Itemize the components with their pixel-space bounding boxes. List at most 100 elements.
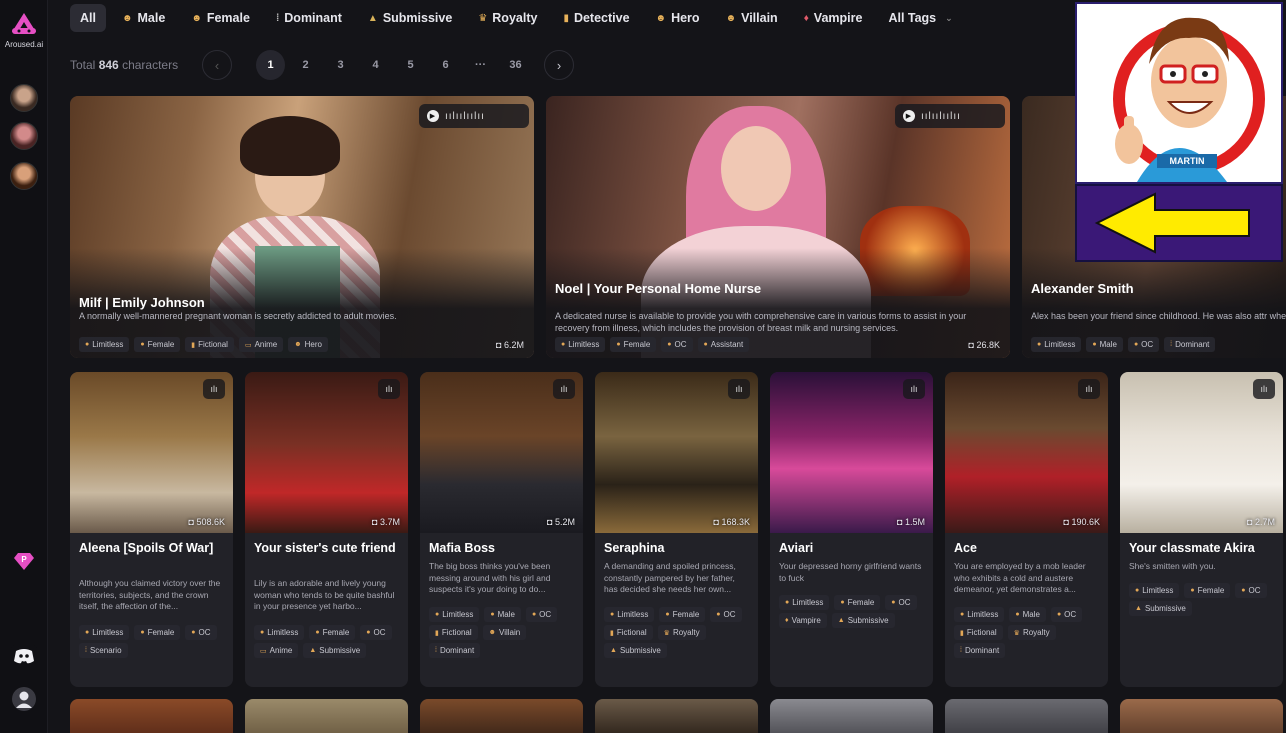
tag-royalty[interactable]: ♛ Royalty: [468, 4, 547, 32]
tag-submissive[interactable]: ▲ Submissive: [358, 4, 462, 32]
tag-all[interactable]: All: [70, 4, 106, 32]
tag-chip: ▮ Fictional: [185, 337, 234, 352]
female-icon: ●: [616, 341, 621, 348]
voice-icon[interactable]: ılı: [903, 379, 925, 399]
voice-icon[interactable]: ılı: [728, 379, 750, 399]
tag-chip: ● Female: [134, 337, 181, 352]
tag-chip: ⁞ Dominant: [954, 643, 1006, 658]
character-tags: ● Limitless ● Female ● OC ⁞ Scenario: [79, 625, 227, 658]
voice-preview[interactable]: ▶ ıılıılıılıı: [419, 104, 529, 128]
page-button[interactable]: 5: [396, 50, 425, 80]
tag-female[interactable]: ☻ Female: [181, 4, 260, 32]
assistant-icon: ●: [703, 341, 708, 348]
prev-page-button[interactable]: ‹: [202, 50, 232, 80]
tag-chip: ● OC: [185, 625, 217, 640]
tag-chip: ● OC: [885, 595, 917, 610]
chat-bubble-icon: ◘: [968, 340, 974, 350]
character-card[interactable]: ılı ◘ 1.5M Aviari Your depressed horny g…: [770, 372, 933, 687]
character-name: Ace: [954, 541, 977, 555]
anime-icon: ▭: [244, 341, 252, 349]
voice-preview[interactable]: ▶ ıılıılıılıı: [895, 104, 1005, 128]
tag-chip: ⁞ Scenario: [79, 643, 128, 658]
character-name: Seraphina: [604, 541, 665, 555]
waveform-icon: ıılıılıılıı: [445, 110, 485, 122]
character-card-partial[interactable]: [595, 699, 758, 733]
voice-icon[interactable]: ılı: [203, 379, 225, 399]
character-tags: ● Limitless ● Female ● OC ▭ Anime ▲ Submissiv…: [254, 625, 402, 658]
page-button[interactable]: 2: [291, 50, 320, 80]
recent-chat-avatar[interactable]: [10, 162, 38, 190]
tag-detective[interactable]: ▮ Detective: [553, 4, 639, 32]
tag-chip: ● Female: [659, 607, 706, 622]
presenter-overlay: MARTIN: [1075, 2, 1283, 184]
limitless-icon: ●: [85, 341, 90, 348]
cartoon-presenter-icon: MARTIN: [1113, 17, 1265, 182]
submissive-icon: ▲: [367, 12, 378, 24]
pagination: ‹ 1 2 3 4 5 6 ··· 36 ›: [202, 50, 574, 80]
hero-icon: ☻: [655, 12, 667, 24]
page-button[interactable]: 1: [256, 50, 285, 80]
character-card-partial[interactable]: [770, 699, 933, 733]
tag-chip: ● Limitless: [954, 607, 1005, 622]
tag-chip: ● Male: [484, 607, 521, 622]
tag-chip: ● OC: [1127, 337, 1160, 352]
voice-icon[interactable]: ılı: [1078, 379, 1100, 399]
detective-icon: ▮: [563, 12, 569, 24]
featured-card[interactable]: ▶ ıılıılıılıı Noel | Your Personal Home N…: [546, 96, 1010, 358]
discord-icon[interactable]: [11, 644, 37, 668]
character-card[interactable]: ılı ◘ 168.3K Seraphina A demanding and s…: [595, 372, 758, 687]
character-card[interactable]: ılı ◘ 190.6K Ace You are employed by a m…: [945, 372, 1108, 687]
character-name: Milf | Emily Johnson: [79, 295, 205, 310]
recent-chat-avatar[interactable]: [10, 122, 38, 150]
tag-vampire[interactable]: ♦ Vampire: [794, 4, 873, 32]
character-card-partial[interactable]: [420, 699, 583, 733]
sidebar: Aroused.ai P: [0, 0, 48, 733]
aroused-logo-icon[interactable]: [10, 12, 38, 36]
character-card[interactable]: ılı ◘ 2.7M Your classmate Akira She's sm…: [1120, 372, 1283, 687]
next-page-button[interactable]: ›: [544, 50, 574, 80]
total-characters: Total 846 characters: [70, 58, 179, 72]
chat-count: ◘ 3.7M: [372, 517, 400, 527]
premium-gem-icon[interactable]: P: [13, 550, 35, 572]
voice-icon[interactable]: ılı: [378, 379, 400, 399]
character-card[interactable]: ılı ◘ 508.6K Aleena [Spoils Of War] Alth…: [70, 372, 233, 687]
waveform-icon: ıılıılıılıı: [921, 110, 961, 122]
tag-chip: ● Limitless: [429, 607, 480, 622]
tag-chip: ▮ Fictional: [429, 625, 478, 640]
tag-hero[interactable]: ☻ Hero: [646, 4, 710, 32]
voice-icon[interactable]: ılı: [553, 379, 575, 399]
character-card-partial[interactable]: [945, 699, 1108, 733]
male-icon: ●: [1092, 341, 1097, 348]
chat-bubble-icon: ◘: [496, 340, 502, 350]
featured-card[interactable]: ▶ ıılıılıılıı Milf | Emily Johnson A norm…: [70, 96, 534, 358]
chat-count: ◘ 1.5M: [897, 517, 925, 527]
chat-count: ◘ 168.3K: [713, 517, 750, 527]
character-tags: ● Limitless ● Male ● OC ⁞ Dominant: [1031, 337, 1216, 352]
page-button[interactable]: 3: [326, 50, 355, 80]
fictional-icon: ▮: [191, 341, 196, 349]
user-profile-icon[interactable]: [12, 687, 36, 711]
character-card-partial[interactable]: [245, 699, 408, 733]
page-button[interactable]: 4: [361, 50, 390, 80]
tag-male[interactable]: ☻ Male: [112, 4, 175, 32]
tag-chip: ♦ Vampire: [779, 613, 827, 628]
character-card[interactable]: ılı ◘ 3.7M Your sister's cute friend Lil…: [245, 372, 408, 687]
page-button[interactable]: 6: [431, 50, 460, 80]
recent-chat-avatar[interactable]: [10, 84, 38, 112]
page-ellipsis: ···: [475, 59, 486, 71]
character-tags: ● Limitless ● Female ▮ Fictional ▭ Anime ☻ He…: [79, 337, 328, 352]
all-tags-dropdown[interactable]: All Tags ⌄: [878, 4, 962, 32]
character-card-partial[interactable]: [1120, 699, 1283, 733]
character-card[interactable]: ılı ◘ 5.2M Mafia Boss The big boss think…: [420, 372, 583, 687]
tag-dominant[interactable]: ⁞ Dominant: [266, 4, 352, 32]
tag-villain[interactable]: ☻ Villain: [716, 4, 788, 32]
tag-chip: ▭ Anime: [254, 643, 299, 658]
oc-icon: ●: [667, 341, 672, 348]
chevron-down-icon: ⌄: [945, 12, 953, 23]
tag-chip: ● Assistant: [697, 337, 750, 352]
voice-icon[interactable]: ılı: [1253, 379, 1275, 399]
page-button[interactable]: 36: [501, 50, 530, 80]
limitless-icon: ●: [561, 341, 566, 348]
character-card-partial[interactable]: [70, 699, 233, 733]
play-icon: ▶: [903, 110, 915, 122]
